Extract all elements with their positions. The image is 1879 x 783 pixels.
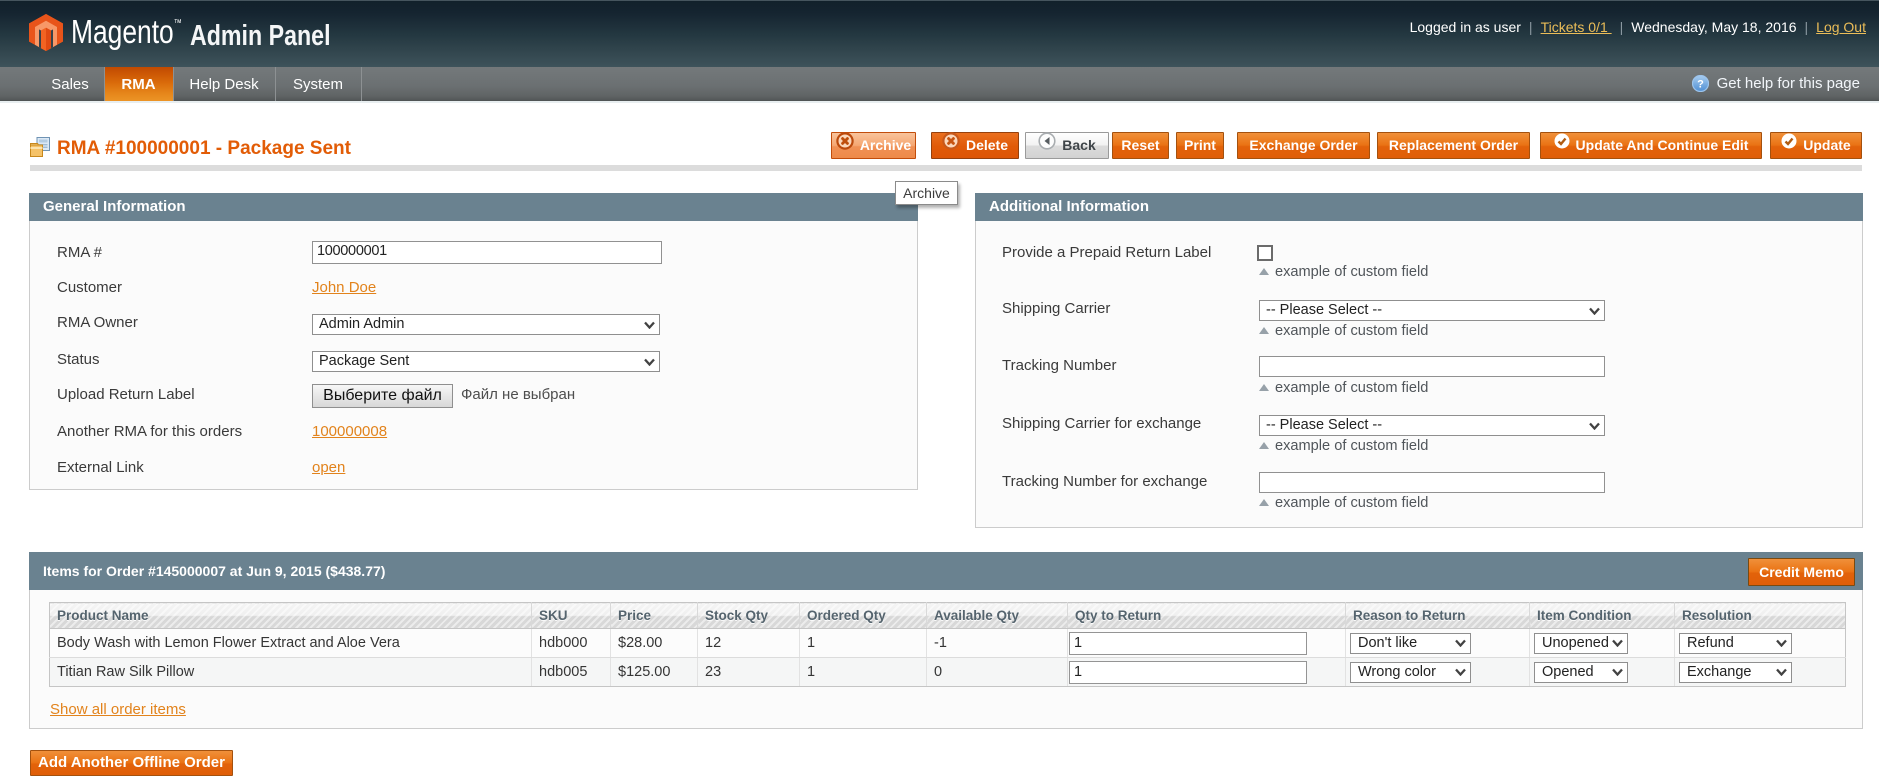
svg-text:?: ?	[1697, 79, 1704, 91]
